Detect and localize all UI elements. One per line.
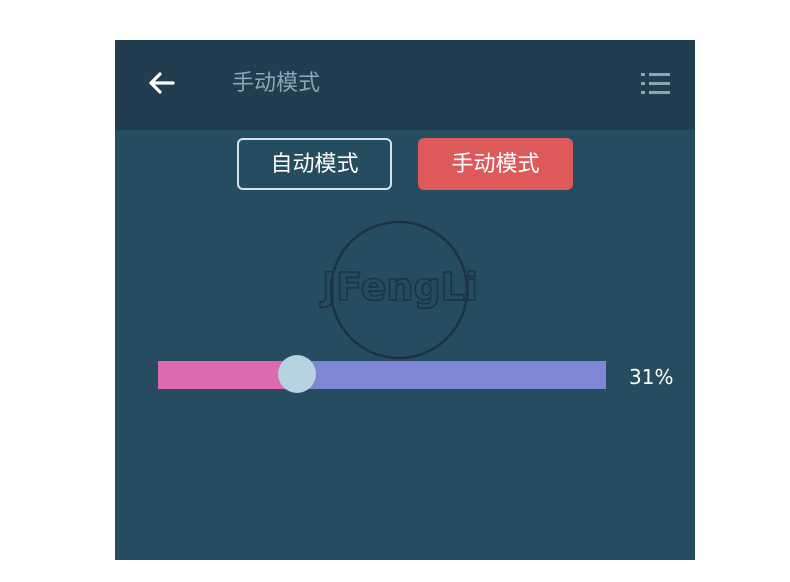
menu-button[interactable] (635, 66, 675, 102)
page-title: 手动模式 (232, 71, 321, 96)
arrow-left-icon (149, 72, 175, 94)
watermark-logo: JFengLi (300, 216, 500, 364)
app-header: 手动模式 (115, 40, 695, 130)
manual-mode-button[interactable]: 手动模式 (418, 138, 573, 190)
auto-mode-button[interactable]: 自动模式 (237, 138, 392, 190)
slider-thumb[interactable] (277, 355, 316, 393)
slider-fill (158, 361, 297, 389)
list-menu-icon (641, 73, 670, 94)
slider-value-label: 31% (629, 365, 674, 389)
level-slider[interactable] (158, 355, 606, 393)
svg-text:JFengLi: JFengLi (319, 265, 478, 309)
app-screen: 手动模式 自动模式 手动模式 JFengLi 31% (115, 40, 695, 560)
back-button[interactable] (141, 64, 183, 104)
